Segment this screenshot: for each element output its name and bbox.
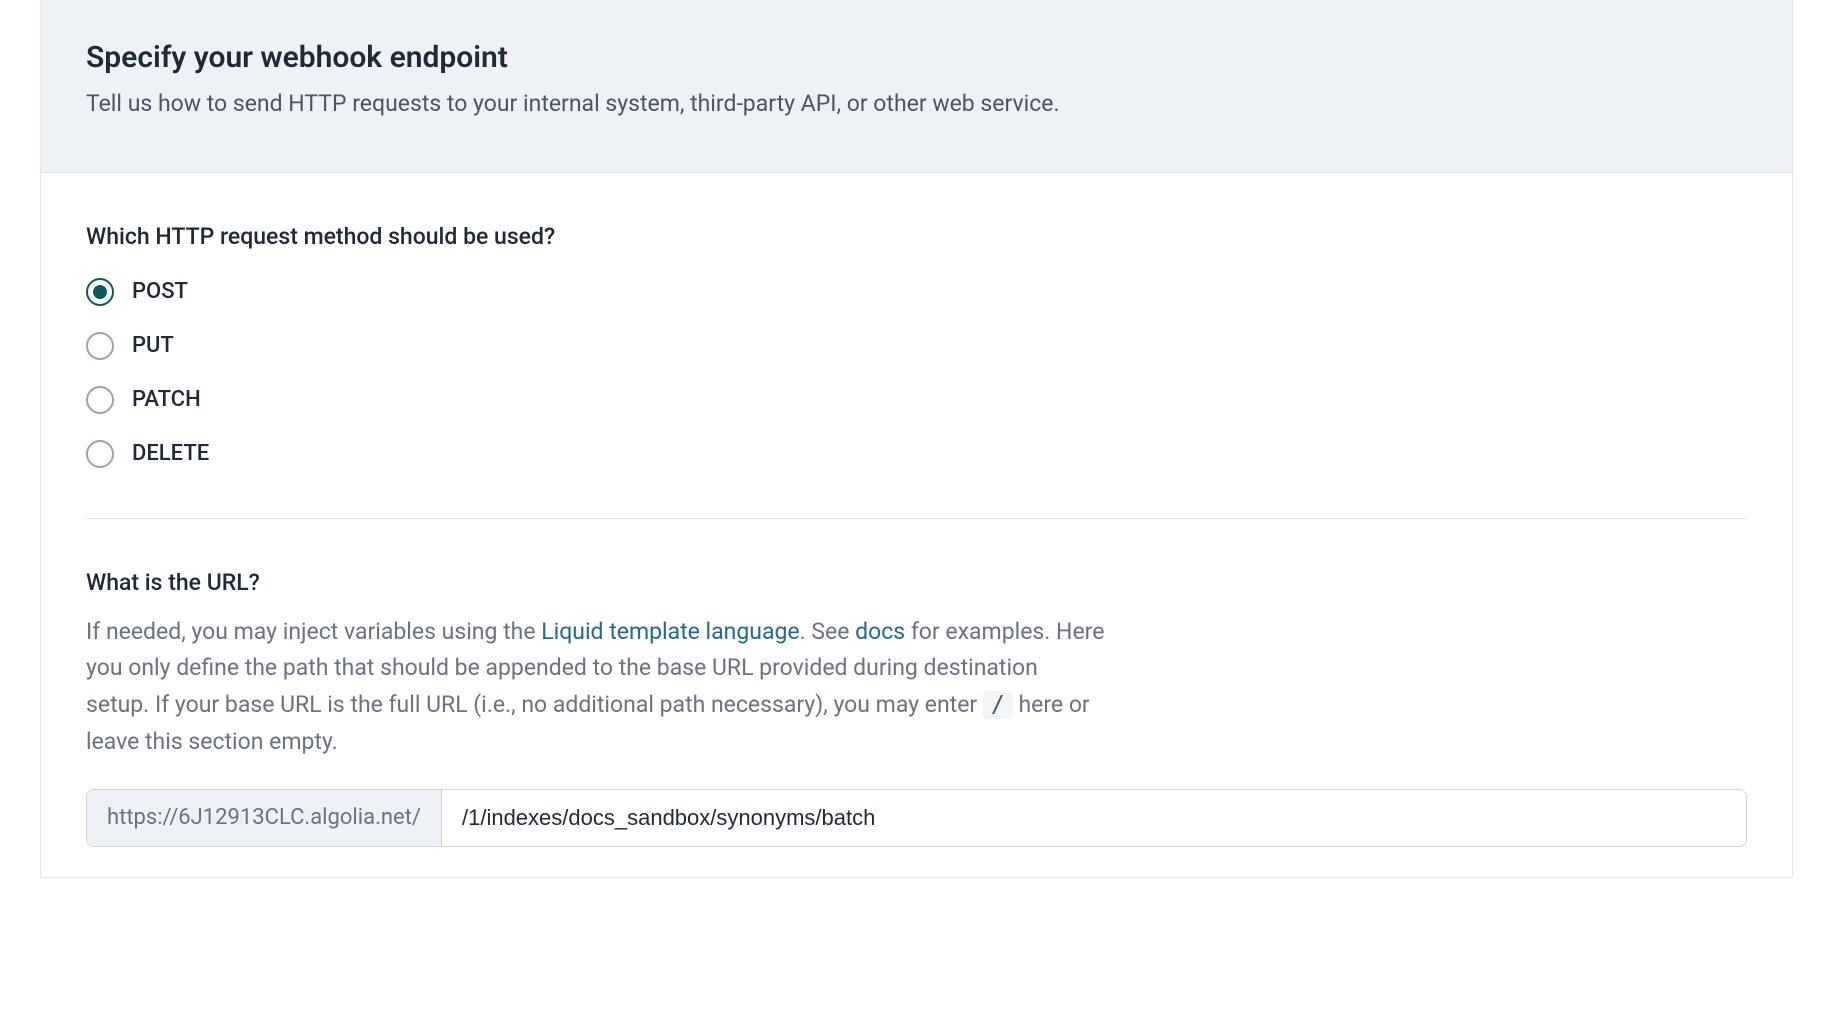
radio-circle-icon bbox=[86, 278, 114, 306]
radio-label: POST bbox=[132, 279, 188, 304]
url-path-input[interactable] bbox=[442, 790, 1746, 846]
slash-code: / bbox=[983, 691, 1013, 719]
liquid-template-link[interactable]: Liquid template language bbox=[541, 618, 799, 645]
radio-circle-icon bbox=[86, 440, 114, 468]
docs-link[interactable]: docs bbox=[855, 618, 905, 645]
http-method-section: Which HTTP request method should be used… bbox=[86, 223, 1747, 468]
http-method-radio-group: POST PUT PATCH bbox=[86, 278, 1747, 468]
url-section: What is the URL? If needed, you may inje… bbox=[86, 569, 1747, 847]
url-description: If needed, you may inject variables usin… bbox=[86, 614, 1106, 761]
url-question: What is the URL? bbox=[86, 569, 1747, 596]
radio-label: PUT bbox=[132, 333, 174, 358]
radio-option-delete[interactable]: DELETE bbox=[86, 440, 1747, 468]
radio-option-put[interactable]: PUT bbox=[86, 332, 1747, 360]
radio-option-patch[interactable]: PATCH bbox=[86, 386, 1747, 414]
http-method-question: Which HTTP request method should be used… bbox=[86, 223, 1747, 250]
page-title: Specify your webhook endpoint bbox=[86, 40, 1747, 75]
radio-option-post[interactable]: POST bbox=[86, 278, 1747, 306]
radio-circle-icon bbox=[86, 386, 114, 414]
radio-label: DELETE bbox=[132, 441, 209, 466]
radio-circle-icon bbox=[86, 332, 114, 360]
radio-label: PATCH bbox=[132, 387, 201, 412]
url-input-group: https://6J12913CLC.algolia.net/ bbox=[86, 789, 1747, 847]
desc-text: . See bbox=[800, 618, 856, 645]
page-description: Tell us how to send HTTP requests to you… bbox=[86, 87, 1747, 122]
header-section: Specify your webhook endpoint Tell us ho… bbox=[41, 0, 1792, 173]
url-prefix-label: https://6J12913CLC.algolia.net/ bbox=[87, 790, 442, 846]
desc-text: If needed, you may inject variables usin… bbox=[86, 618, 541, 645]
section-divider bbox=[86, 518, 1747, 519]
